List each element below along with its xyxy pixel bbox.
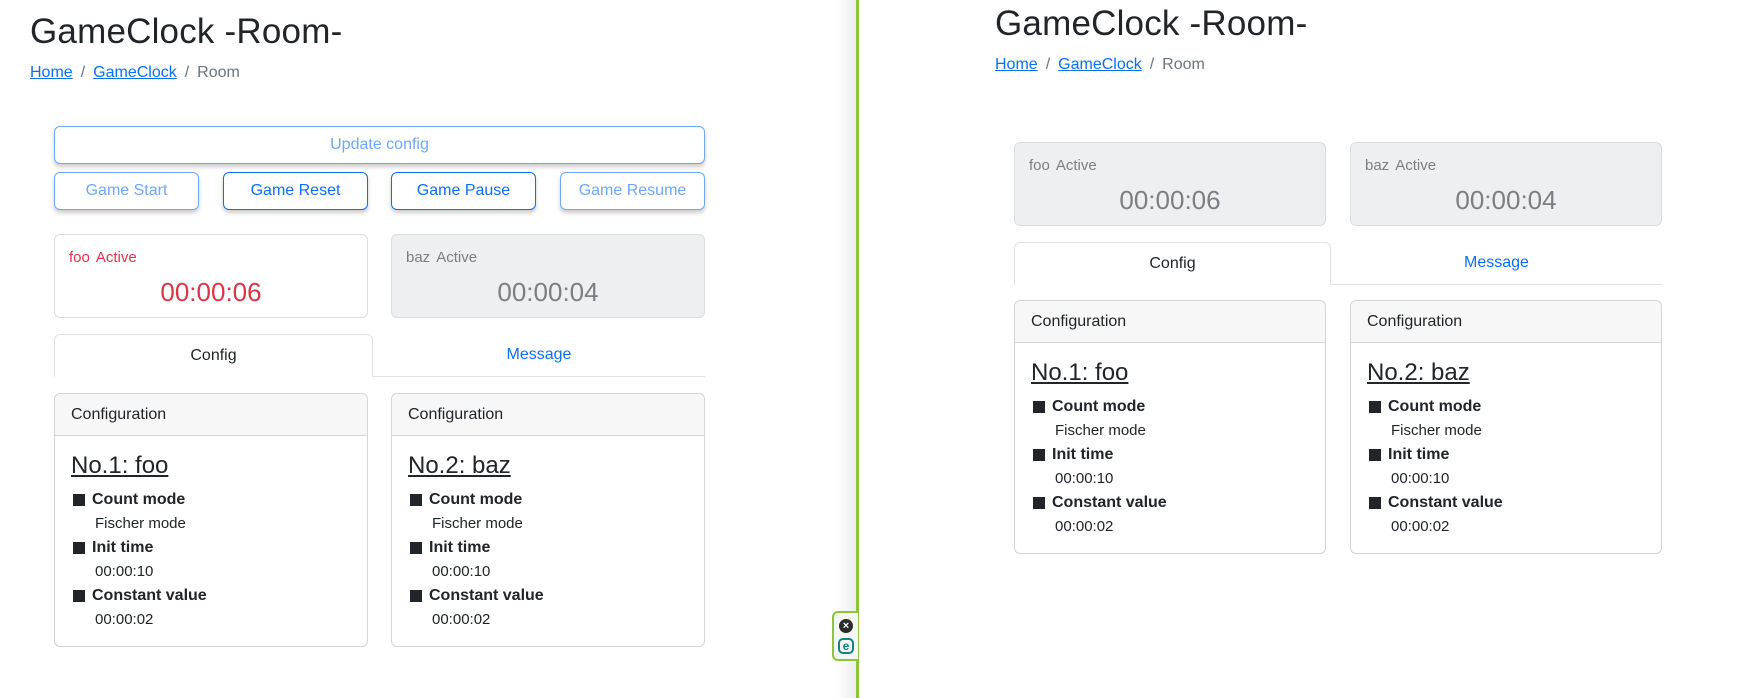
- config-item-label: Constant value: [1367, 491, 1645, 515]
- right-browser-pane: GameClock -Room- Home / GameClock / Room foo…: [859, 0, 1742, 698]
- extension-widget: × e: [832, 611, 858, 661]
- update-config-button[interactable]: Update config: [54, 126, 705, 164]
- config-item-value: Fischer mode: [432, 515, 523, 532]
- config-item-value: Fischer mode: [1391, 422, 1482, 439]
- config-item-value: 00:00:10: [432, 563, 491, 580]
- square-bullet-icon: [410, 494, 422, 506]
- config-item-value: 00:00:02: [432, 611, 491, 628]
- page-title: GameClock -Room-: [30, 12, 343, 51]
- config-title: No.2: baz: [408, 452, 511, 479]
- tab-bar: Config Message: [1014, 242, 1662, 285]
- square-bullet-icon: [1033, 449, 1045, 461]
- config-card-baz: Configuration No.2: baz Count mode Fisch…: [1350, 300, 1662, 554]
- config-item-label: Count mode: [71, 488, 351, 512]
- square-bullet-icon: [1369, 497, 1381, 509]
- config-item-value: 00:00:02: [95, 611, 154, 628]
- config-item-label: Count mode: [1367, 395, 1645, 419]
- square-bullet-icon: [1369, 449, 1381, 461]
- config-item-value: Fischer mode: [95, 515, 186, 532]
- config-card-foo: Configuration No.1: foo Count mode Fisch…: [54, 393, 368, 647]
- card-header: Configuration: [1351, 301, 1661, 343]
- breadcrumb-home[interactable]: Home: [30, 64, 73, 81]
- config-item-label: Count mode: [408, 488, 688, 512]
- breadcrumb: Home / GameClock / Room: [995, 56, 1205, 74]
- game-pause-button[interactable]: Game Pause: [391, 172, 536, 210]
- config-title: No.1: foo: [71, 452, 169, 479]
- card-header: Configuration: [55, 394, 367, 436]
- clock-card-foo[interactable]: foo Active 00:00:06: [54, 234, 368, 318]
- tab-message[interactable]: Message: [1331, 242, 1662, 285]
- square-bullet-icon: [1033, 401, 1045, 413]
- clock-card-foo[interactable]: foo Active 00:00:06: [1014, 142, 1326, 226]
- config-item-value: Fischer mode: [1055, 422, 1146, 439]
- square-bullet-icon: [73, 542, 85, 554]
- game-reset-button[interactable]: Game Reset: [223, 172, 368, 210]
- config-item-value: 00:00:10: [1055, 470, 1114, 487]
- page-title: GameClock -Room-: [995, 4, 1308, 43]
- game-resume-button[interactable]: Game Resume: [560, 172, 705, 210]
- square-bullet-icon: [73, 494, 85, 506]
- square-bullet-icon: [1369, 401, 1381, 413]
- config-item-value: 00:00:10: [1391, 470, 1450, 487]
- player-status: Active: [436, 249, 478, 266]
- breadcrumb-home[interactable]: Home: [995, 56, 1038, 73]
- config-item-value: 00:00:02: [1055, 518, 1114, 535]
- tab-config[interactable]: Config: [1014, 242, 1331, 285]
- player-name: baz: [406, 249, 431, 266]
- player-name: foo: [69, 249, 90, 266]
- clock-time: 00:00:06: [160, 277, 262, 307]
- breadcrumb-separator: /: [80, 64, 86, 81]
- tab-config[interactable]: Config: [54, 334, 373, 377]
- breadcrumb-gameclock[interactable]: GameClock: [1058, 56, 1142, 73]
- clock-time: 00:00:04: [497, 277, 599, 307]
- breadcrumb-room: Room: [1162, 56, 1205, 73]
- config-title: No.2: baz: [1367, 359, 1470, 386]
- clock-label: baz Active: [1365, 157, 1436, 174]
- square-bullet-icon: [1033, 497, 1045, 509]
- config-item-label: Init time: [1031, 443, 1309, 467]
- config-title: No.1: foo: [1031, 359, 1129, 386]
- config-item-value: 00:00:10: [95, 563, 154, 580]
- config-item-label: Count mode: [1031, 395, 1309, 419]
- breadcrumb-separator: /: [1045, 56, 1051, 73]
- clock-card-baz[interactable]: baz Active 00:00:04: [391, 234, 705, 318]
- breadcrumb-separator: /: [184, 64, 190, 81]
- square-bullet-icon: [73, 590, 85, 602]
- breadcrumb-room: Room: [197, 64, 240, 81]
- clock-card-baz[interactable]: baz Active 00:00:04: [1350, 142, 1662, 226]
- config-item-label: Init time: [408, 536, 688, 560]
- player-name: foo: [1029, 157, 1050, 174]
- config-card-baz: Configuration No.2: baz Count mode Fisch…: [391, 393, 705, 647]
- game-start-button[interactable]: Game Start: [54, 172, 199, 210]
- player-name: baz: [1365, 157, 1390, 174]
- tab-bar: Config Message: [54, 334, 705, 377]
- eset-e-icon[interactable]: e: [838, 637, 854, 654]
- breadcrumb-gameclock[interactable]: GameClock: [93, 64, 177, 81]
- clock-time: 00:00:06: [1119, 185, 1221, 215]
- left-browser-pane: GameClock -Room- Home / GameClock / Room Upd…: [0, 0, 856, 698]
- tab-message[interactable]: Message: [373, 334, 705, 377]
- square-bullet-icon: [410, 542, 422, 554]
- player-status: Active: [1055, 157, 1097, 174]
- config-card-foo: Configuration No.1: foo Count mode Fisch…: [1014, 300, 1326, 554]
- breadcrumb-separator: /: [1149, 56, 1155, 73]
- breadcrumb: Home / GameClock / Room: [30, 64, 240, 82]
- close-circle-icon[interactable]: ×: [839, 618, 853, 633]
- card-header: Configuration: [1015, 301, 1325, 343]
- square-bullet-icon: [410, 590, 422, 602]
- config-item-value: 00:00:02: [1391, 518, 1450, 535]
- clock-label: baz Active: [406, 249, 477, 266]
- config-item-label: Constant value: [408, 584, 688, 608]
- config-item-label: Init time: [1367, 443, 1645, 467]
- player-status: Active: [95, 249, 137, 266]
- clock-label: foo Active: [69, 249, 137, 266]
- clock-label: foo Active: [1029, 157, 1097, 174]
- config-item-label: Constant value: [1031, 491, 1309, 515]
- divider-shadow: [836, 0, 856, 698]
- card-header: Configuration: [392, 394, 704, 436]
- config-item-label: Constant value: [71, 584, 351, 608]
- config-item-label: Init time: [71, 536, 351, 560]
- player-status: Active: [1395, 157, 1437, 174]
- clock-time: 00:00:04: [1455, 185, 1557, 215]
